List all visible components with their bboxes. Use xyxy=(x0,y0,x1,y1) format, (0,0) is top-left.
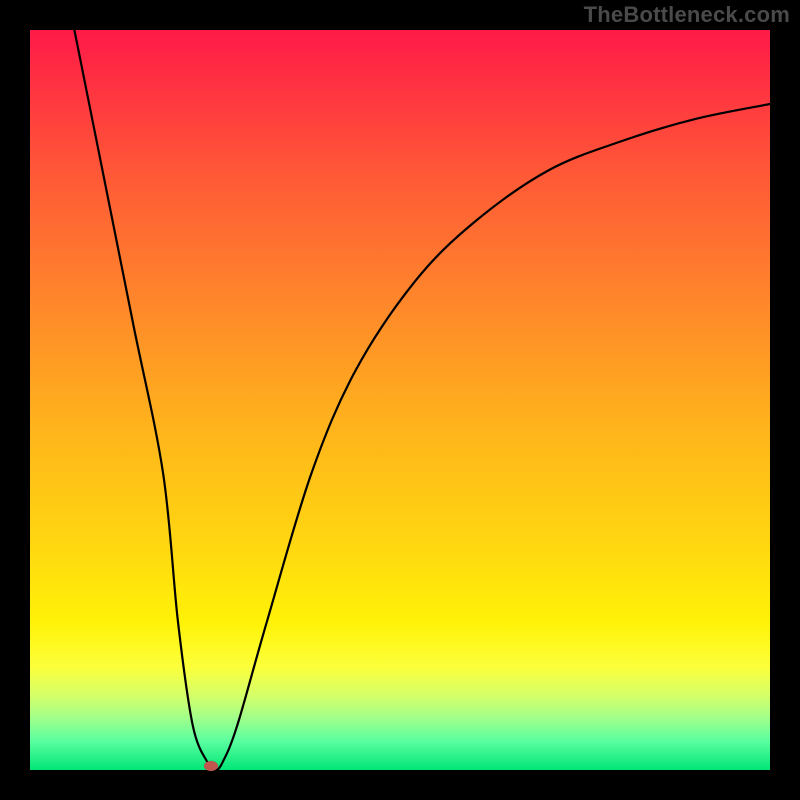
curve-layer xyxy=(30,30,770,770)
chart-frame: TheBottleneck.com xyxy=(0,0,800,800)
bottleneck-curve-path xyxy=(74,30,770,770)
plot-area xyxy=(30,30,770,770)
optimal-point-marker xyxy=(204,761,218,771)
watermark-text: TheBottleneck.com xyxy=(584,2,790,28)
